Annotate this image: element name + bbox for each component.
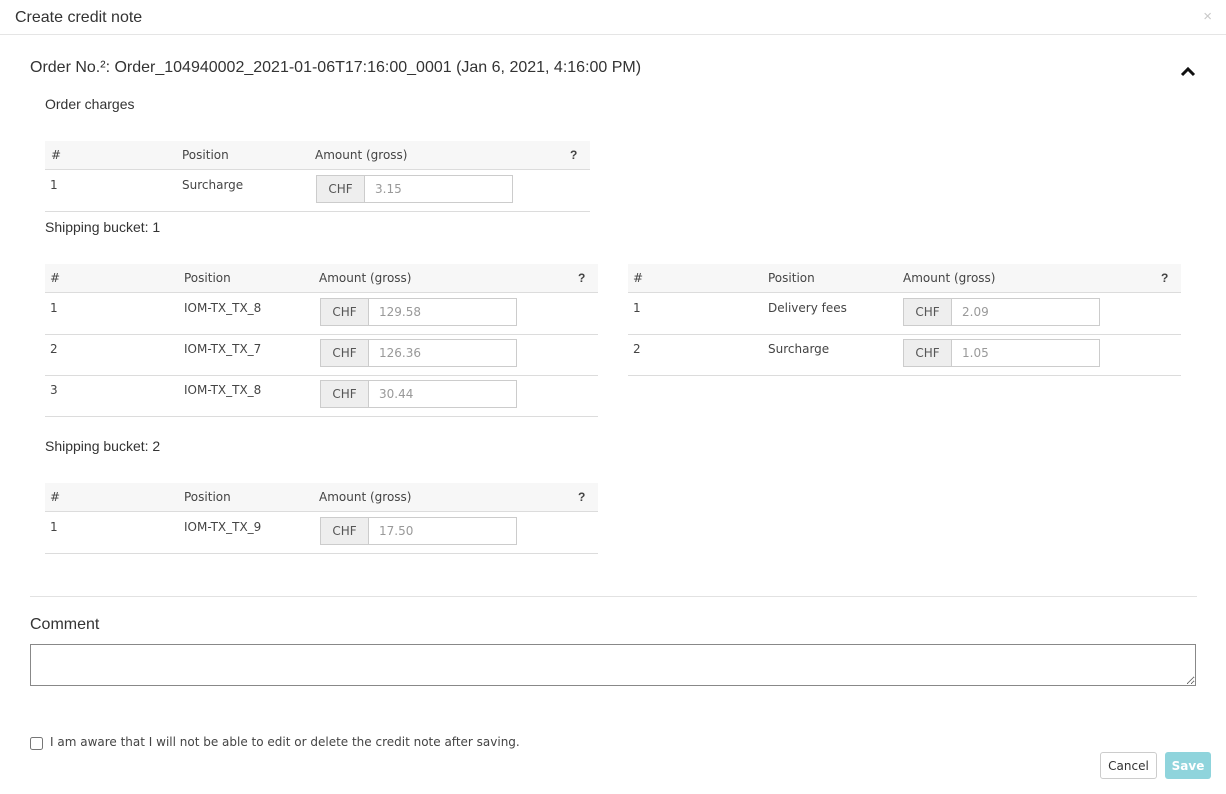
row-position: IOM-TX_TX_7 — [184, 342, 262, 356]
bucket-2-items-table: # Position Amount (gross) ? 1 IOM-TX_TX_… — [45, 483, 598, 554]
amount-input[interactable] — [365, 176, 512, 202]
chevron-up-icon[interactable] — [1180, 65, 1196, 77]
amount-field: CHF — [320, 298, 517, 326]
amount-input[interactable] — [369, 518, 516, 544]
amount-input[interactable] — [952, 299, 1099, 325]
currency-addon: CHF — [317, 176, 365, 202]
table-row: 1 Surcharge CHF — [45, 170, 590, 212]
table-header: # Position Amount (gross) ? — [45, 264, 598, 293]
currency-addon: CHF — [904, 340, 952, 366]
col-number: # — [50, 490, 61, 504]
row-number: 1 — [633, 301, 641, 315]
row-position: Surcharge — [182, 178, 244, 192]
help-icon[interactable]: ? — [1161, 271, 1168, 285]
col-number: # — [50, 271, 61, 285]
amount-field: CHF — [320, 517, 517, 545]
close-icon[interactable]: × — [1203, 8, 1212, 25]
row-position: Surcharge — [768, 342, 830, 356]
modal-header: Create credit note × — [0, 0, 1226, 35]
table-row: 2 IOM-TX_TX_7 CHF — [45, 334, 598, 376]
help-icon[interactable]: ? — [578, 490, 585, 504]
currency-addon: CHF — [904, 299, 952, 325]
row-position: Delivery fees — [768, 301, 847, 315]
currency-addon: CHF — [321, 518, 369, 544]
col-position: Position — [768, 271, 815, 285]
table-row: 1 Delivery fees CHF — [628, 293, 1181, 335]
col-position: Position — [184, 490, 231, 504]
currency-addon: CHF — [321, 299, 369, 325]
save-button[interactable]: Save — [1165, 752, 1211, 779]
section-divider — [30, 596, 1197, 597]
shipping-bucket-2-label: Shipping bucket: 2 — [45, 438, 161, 454]
row-position: IOM-TX_TX_8 — [184, 383, 262, 397]
help-icon[interactable]: ? — [570, 148, 577, 162]
col-number: # — [633, 271, 644, 285]
comment-label: Comment — [30, 616, 100, 633]
confirm-label: I am aware that I will not be able to ed… — [50, 735, 520, 749]
cancel-button[interactable]: Cancel — [1100, 752, 1157, 779]
table-header: # Position Amount (gross) ? — [628, 264, 1181, 293]
row-number: 2 — [50, 342, 58, 356]
help-icon[interactable]: ? — [578, 271, 585, 285]
amount-input[interactable] — [369, 381, 516, 407]
modal-title: Create credit note — [15, 9, 143, 26]
table-header: # Position Amount (gross) ? — [45, 483, 598, 512]
amount-field: CHF — [320, 380, 517, 408]
order-charges-table: # Position Amount (gross) ? 1 Surcharge … — [45, 141, 590, 212]
table-row: 3 IOM-TX_TX_8 CHF — [45, 375, 598, 417]
col-amount: Amount (gross) — [315, 148, 408, 162]
bucket-1-charges-table: # Position Amount (gross) ? 1 Delivery f… — [628, 264, 1181, 376]
amount-field: CHF — [320, 339, 517, 367]
row-number: 1 — [50, 301, 58, 315]
comment-textarea[interactable] — [30, 644, 1196, 686]
col-amount: Amount (gross) — [903, 271, 996, 285]
table-header: # Position Amount (gross) ? — [45, 141, 590, 170]
col-amount: Amount (gross) — [319, 271, 412, 285]
col-amount: Amount (gross) — [319, 490, 412, 504]
row-number: 3 — [50, 383, 58, 397]
amount-input[interactable] — [369, 340, 516, 366]
shipping-bucket-1-label: Shipping bucket: 1 — [45, 219, 161, 235]
currency-addon: CHF — [321, 340, 369, 366]
row-position: IOM-TX_TX_8 — [184, 301, 262, 315]
amount-input[interactable] — [952, 340, 1099, 366]
table-row: 1 IOM-TX_TX_8 CHF — [45, 293, 598, 335]
row-number: 1 — [50, 520, 58, 534]
row-number: 2 — [633, 342, 641, 356]
row-number: 1 — [50, 178, 58, 192]
amount-field: CHF — [903, 298, 1100, 326]
col-number: # — [51, 148, 62, 162]
order-charges-label: Order charges — [45, 96, 135, 112]
order-title: Order No.²: Order_104940002_2021-01-06T1… — [30, 59, 642, 76]
confirm-checkbox[interactable] — [30, 737, 43, 750]
bucket-1-items-table: # Position Amount (gross) ? 1 IOM-TX_TX_… — [45, 264, 598, 417]
col-position: Position — [182, 148, 229, 162]
currency-addon: CHF — [321, 381, 369, 407]
col-position: Position — [184, 271, 231, 285]
amount-field: CHF — [316, 175, 513, 203]
table-row: 2 Surcharge CHF — [628, 334, 1181, 376]
amount-input[interactable] — [369, 299, 516, 325]
table-row: 1 IOM-TX_TX_9 CHF — [45, 512, 598, 554]
amount-field: CHF — [903, 339, 1100, 367]
row-position: IOM-TX_TX_9 — [184, 520, 262, 534]
